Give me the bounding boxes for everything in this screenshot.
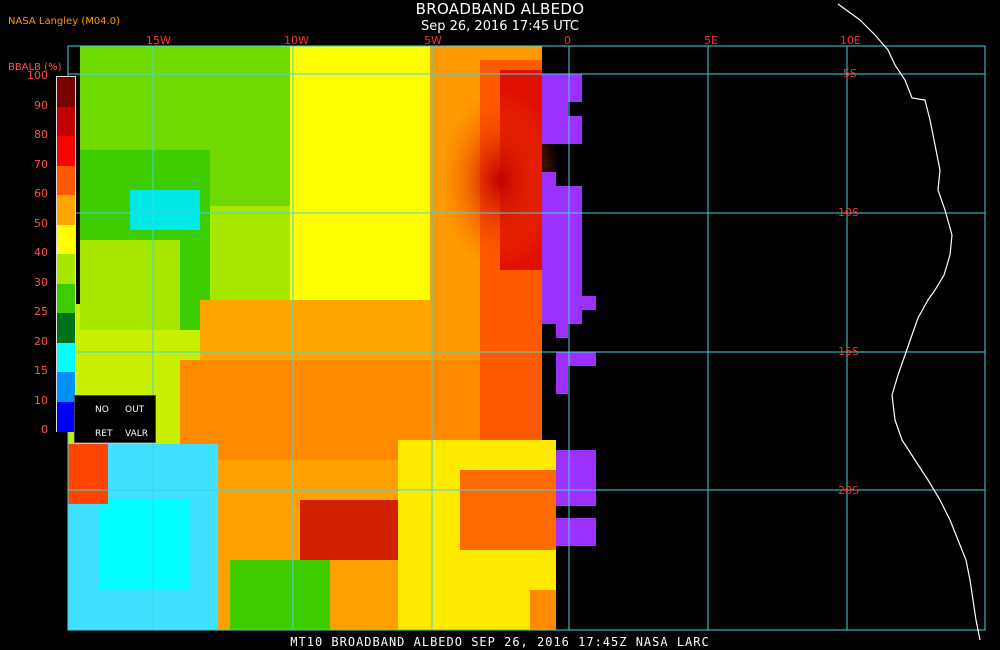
legend-tick-label: 25 xyxy=(34,305,48,318)
lat-label: 5S xyxy=(843,67,857,80)
legend-swatch xyxy=(57,224,75,255)
lat-label: 15S xyxy=(838,345,859,358)
lon-label: 15W xyxy=(146,34,171,47)
color-legend xyxy=(56,76,76,432)
legend-swatch xyxy=(57,342,75,373)
legend-tick-label: 15 xyxy=(34,364,48,377)
legend-swatch xyxy=(57,77,75,107)
legend-tick-label: 60 xyxy=(34,187,48,200)
legend-tick-label: 0 xyxy=(41,423,48,436)
legend-swatch xyxy=(57,313,75,343)
legend-tick-label: 10 xyxy=(34,393,48,407)
legend-swatch xyxy=(57,401,75,432)
albedo-field xyxy=(68,46,560,630)
lon-label: 0 xyxy=(564,34,571,47)
lon-label: 10W xyxy=(284,34,309,47)
legend-swatch xyxy=(57,136,75,166)
legend-swatch xyxy=(57,283,75,314)
legend-tick-label: 20 xyxy=(34,334,48,348)
legend-swatch xyxy=(57,165,75,196)
out-label: OUT xyxy=(125,405,145,415)
legend-tick-label: 70 xyxy=(34,157,48,171)
legend-tick-label: 30 xyxy=(34,275,48,289)
ret-label: RET xyxy=(95,429,113,439)
valr-label: VALR xyxy=(125,429,149,439)
lon-label: 10E xyxy=(840,34,861,47)
coastline xyxy=(837,3,981,641)
legend-swatch xyxy=(57,372,75,402)
legend-tick-label: 40 xyxy=(34,246,48,259)
legend-swatch xyxy=(57,254,75,284)
legend-swatch xyxy=(57,106,75,137)
lat-labels: 5S 10S 15S 20S xyxy=(838,67,859,497)
lon-label: 5E xyxy=(704,34,718,47)
no-retrieval-legend: NO OUT RET VALR xyxy=(74,395,156,443)
legend-swatch xyxy=(57,195,75,225)
lon-label: 5W xyxy=(424,34,442,47)
no-label: NO xyxy=(95,405,109,415)
lon-labels: 15W 10W 5W 0 5E 10E xyxy=(146,34,861,47)
lat-label: 10S xyxy=(838,206,859,219)
legend-tick-label: 80 xyxy=(34,128,48,141)
footer-caption: MT10 BROADBAND ALBEDO SEP 26, 2016 17:45… xyxy=(290,635,710,649)
legend-tick-label: 90 xyxy=(34,98,48,112)
albedo-map: 15W 10W 5W 0 5E 10E 5S 10S 15S 20S xyxy=(67,3,986,641)
legend-tick-label: 100 xyxy=(27,69,48,82)
lat-label: 20S xyxy=(838,484,859,497)
legend-tick-label: 50 xyxy=(34,216,48,230)
